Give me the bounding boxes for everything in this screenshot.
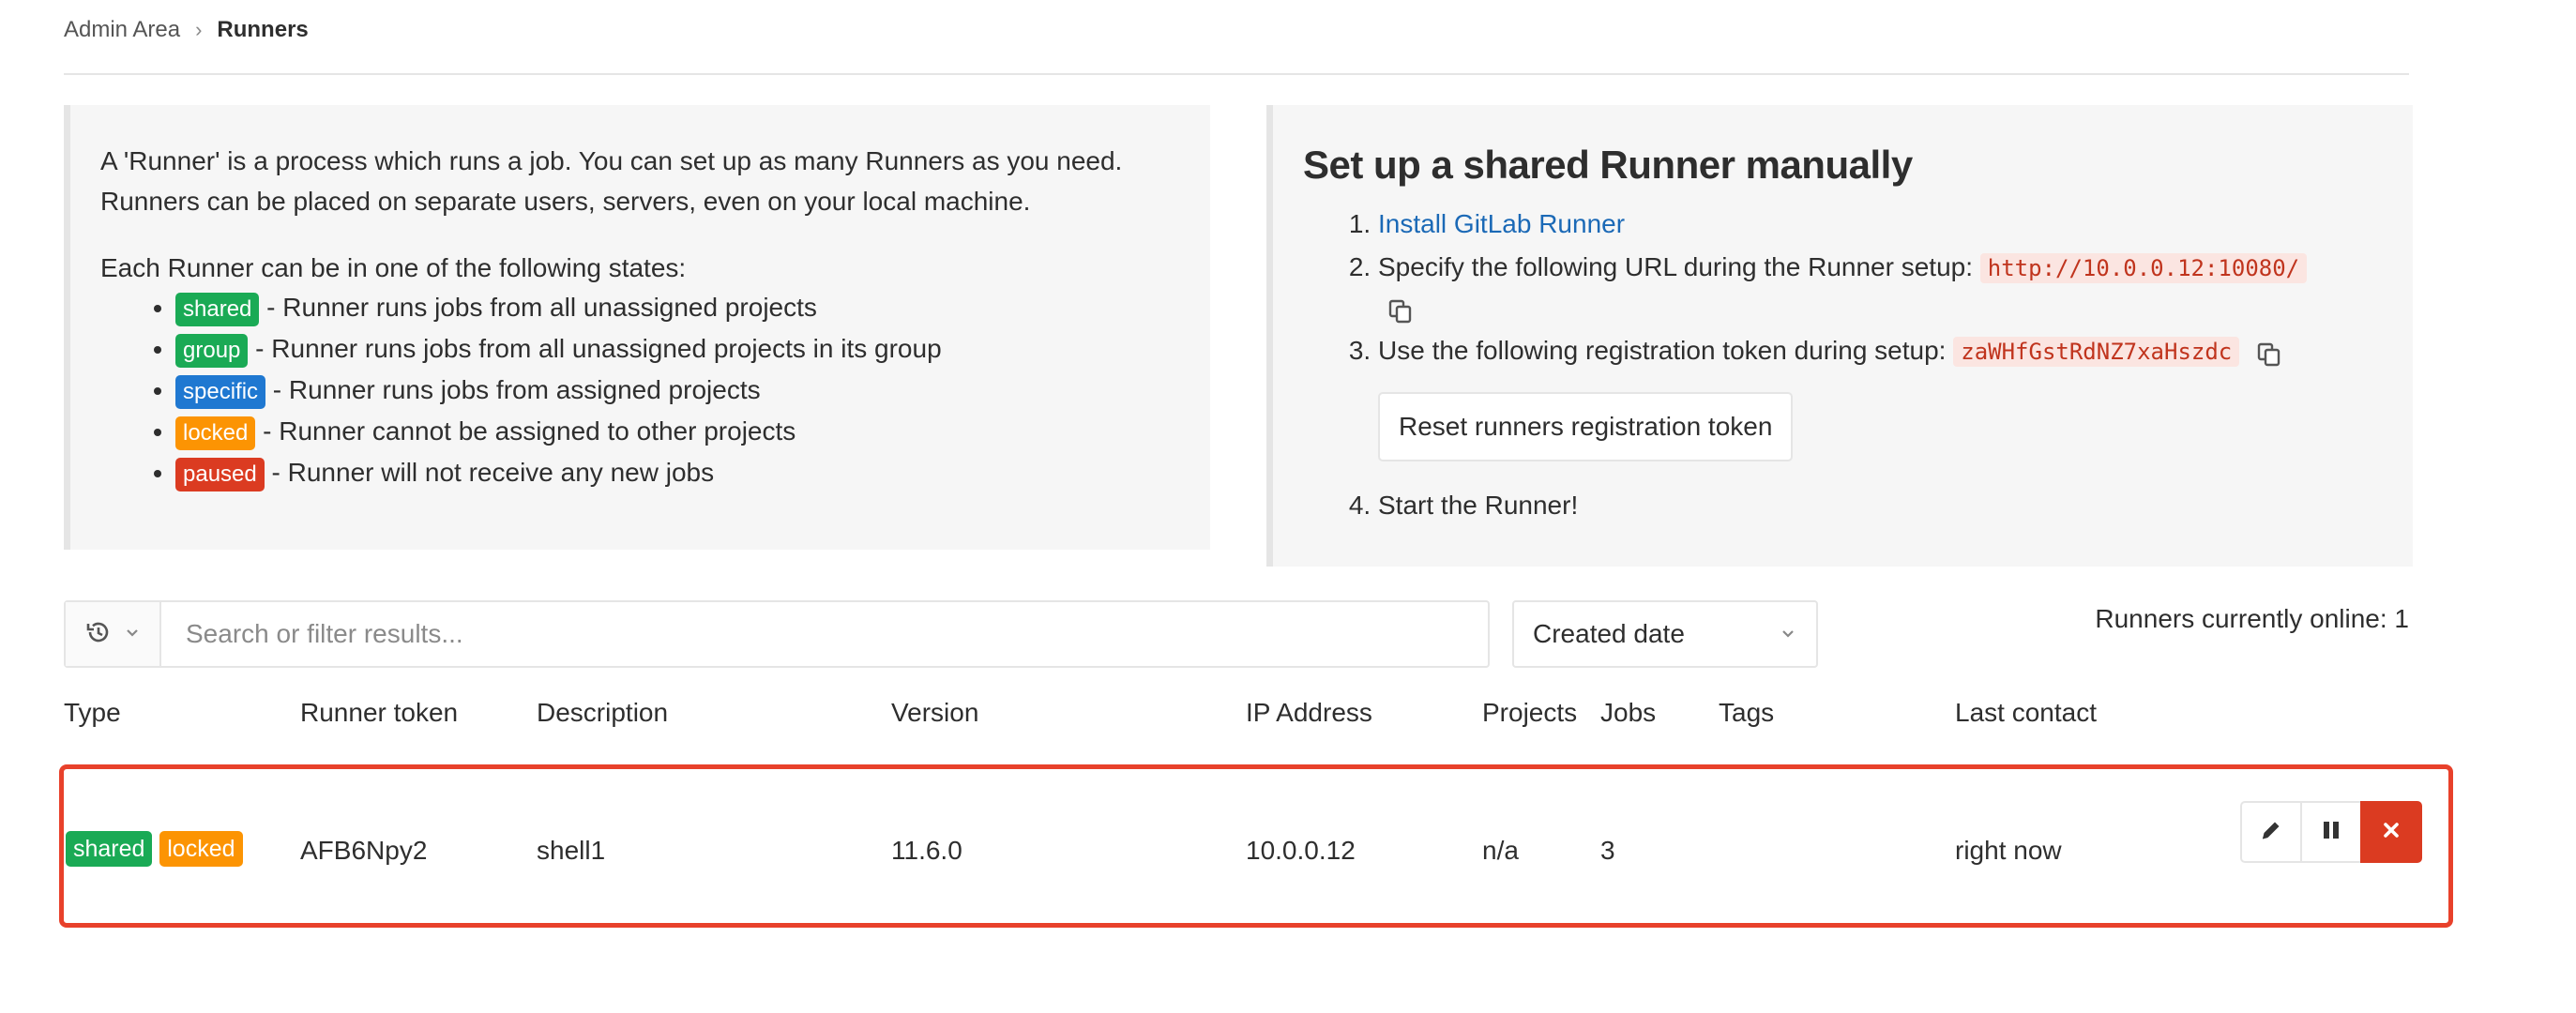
state-description: - Runner cannot be assigned to other pro…	[255, 416, 796, 446]
runners-online-count: Runners currently online: 1	[2095, 604, 2409, 633]
admin-runners-page: Admin Area › Runners A 'Runner' is a pro…	[0, 0, 2576, 1013]
edit-runner-button[interactable]	[2240, 801, 2302, 863]
chevron-down-icon	[124, 624, 141, 645]
search-input[interactable]	[161, 602, 1488, 666]
runner-intro-text: A 'Runner' is a process which runs a job…	[100, 146, 1123, 216]
divider	[64, 73, 2409, 75]
url-instruction: Specify the following URL during the Run…	[1378, 252, 1973, 281]
list-item: specific - Runner runs jobs from assigne…	[175, 370, 1182, 411]
install-gitlab-runner-link[interactable]: Install GitLab Runner	[1378, 209, 1625, 238]
setup-step-start: Start the Runner!	[1378, 486, 2385, 525]
runner-states-intro: Each Runner can be in one of the followi…	[100, 253, 687, 282]
runner-token-link[interactable]: AFB6Npy2	[300, 837, 427, 865]
runner-jobs: 3	[1600, 836, 1615, 865]
header-ip-address: IP Address	[1246, 698, 1372, 727]
breadcrumb-current[interactable]: Runners	[217, 17, 308, 43]
header-last-contact: Last contact	[1955, 698, 2097, 727]
pause-runner-button[interactable]	[2300, 801, 2362, 863]
runner-version: 11.6.0	[891, 836, 962, 865]
list-item: paused - Runner will not receive any new…	[175, 452, 1182, 493]
group-badge: group	[175, 333, 249, 368]
runner-ip-address: 10.0.0.12	[1246, 836, 1356, 865]
close-icon	[2380, 819, 2402, 846]
runners-table-header: Type Runner token Description Version IP…	[0, 698, 2576, 735]
header-tags: Tags	[1719, 698, 1775, 727]
list-item: group - Runner runs jobs from all unassi…	[175, 328, 1182, 370]
sort-dropdown[interactable]: Created date	[1512, 600, 1818, 668]
header-jobs: Jobs	[1600, 698, 1657, 727]
remove-runner-button[interactable]	[2360, 801, 2422, 863]
recent-searches-dropdown[interactable]	[66, 602, 161, 666]
locked-badge: locked	[175, 416, 256, 450]
header-projects: Projects	[1482, 698, 1578, 727]
copy-token-icon[interactable]	[2256, 340, 2282, 366]
shared-runner-setup-panel: Set up a shared Runner manually Install …	[1266, 105, 2413, 567]
registration-token: zaWHfGstRdNZ7xaHszdc	[1953, 337, 2240, 367]
runner-states-list: shared - Runner runs jobs from all unass…	[100, 287, 1182, 493]
setup-title: Set up a shared Runner manually	[1303, 143, 1913, 187]
setup-step-install: Install GitLab Runner	[1378, 204, 2385, 244]
chevron-down-icon	[1779, 619, 1797, 649]
token-instruction: Use the following registration token dur…	[1378, 336, 1947, 365]
paused-badge: paused	[175, 457, 265, 491]
header-runner-token: Runner token	[300, 698, 459, 727]
runner-projects: n/a	[1482, 836, 1519, 865]
reset-registration-token-button[interactable]: Reset runners registration token	[1378, 392, 1794, 461]
setup-steps: Install GitLab Runner Specify the follow…	[1303, 204, 2385, 525]
start-runner-text: Start the Runner!	[1378, 491, 1579, 520]
sort-label: Created date	[1533, 619, 1685, 648]
list-item: locked - Runner cannot be assigned to ot…	[175, 411, 1182, 452]
locked-badge: locked	[159, 831, 243, 867]
copy-url-icon[interactable]	[1387, 296, 1414, 323]
specific-badge: specific	[175, 374, 266, 409]
coordinator-url: http://10.0.0.12:10080/	[1979, 253, 2308, 283]
filtered-search-bar	[64, 600, 1490, 668]
runner-last-contact: right now	[1955, 836, 2062, 865]
list-item: shared - Runner runs jobs from all unass…	[175, 287, 1182, 328]
shared-badge: shared	[175, 292, 260, 326]
runner-actions	[2240, 801, 2422, 863]
table-row: shared locked AFB6Npy2 shell1 11.6.0 10.…	[59, 764, 2453, 928]
breadcrumb-separator: ›	[195, 18, 203, 41]
runner-info-panel: A 'Runner' is a process which runs a job…	[64, 105, 1210, 550]
breadcrumb-admin-area[interactable]: Admin Area	[64, 17, 180, 43]
setup-step-token: Use the following registration token dur…	[1378, 331, 2385, 482]
shared-badge: shared	[66, 831, 153, 867]
setup-step-url: Specify the following URL during the Run…	[1378, 248, 2385, 327]
pencil-icon	[2259, 818, 2283, 847]
runner-type-badges: shared locked	[66, 831, 243, 867]
history-icon	[84, 618, 113, 651]
state-description: - Runner will not receive any new jobs	[264, 458, 715, 487]
state-description: - Runner runs jobs from assigned project…	[265, 375, 761, 404]
breadcrumb: Admin Area › Runners	[64, 17, 309, 43]
header-description: Description	[537, 698, 669, 727]
runner-description: shell1	[537, 836, 606, 865]
state-description: - Runner runs jobs from all unassigned p…	[259, 293, 817, 322]
state-description: - Runner runs jobs from all unassigned p…	[248, 334, 942, 363]
header-type: Type	[64, 698, 121, 727]
header-version: Version	[891, 698, 979, 727]
pause-icon	[2319, 818, 2343, 847]
